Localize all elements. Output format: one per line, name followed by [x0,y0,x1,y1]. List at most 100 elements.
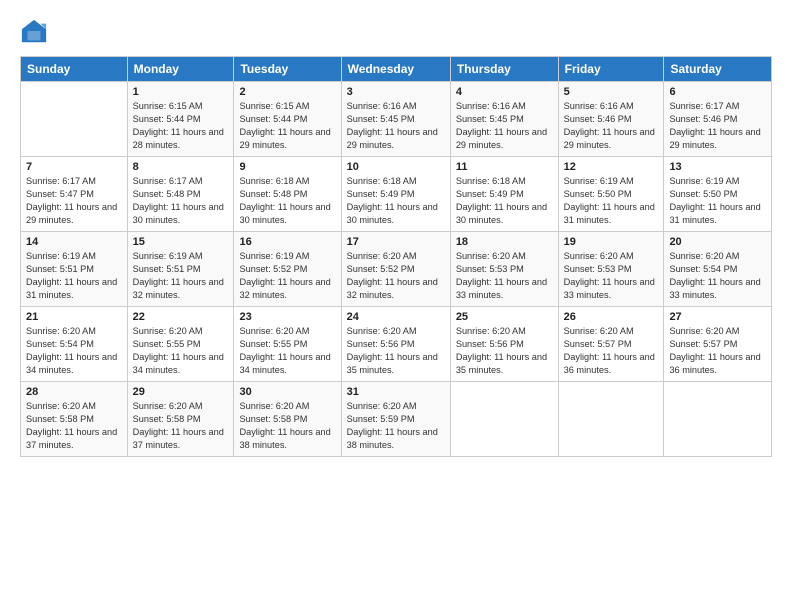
day-number: 8 [133,161,229,173]
col-header-saturday: Saturday [664,57,772,82]
day-cell: 5 Sunrise: 6:16 AMSunset: 5:46 PMDaylight… [558,82,664,157]
day-number: 14 [26,236,122,248]
day-cell: 22Sunrise: 6:20 AMSunset: 5:55 PMDayligh… [127,307,234,382]
day-info: Sunrise: 6:20 AMSunset: 5:56 PMDaylight:… [456,325,553,377]
day-number: 31 [347,386,445,398]
day-info: Sunrise: 6:20 AMSunset: 5:58 PMDaylight:… [26,400,122,452]
day-number: 24 [347,311,445,323]
day-cell: 4Sunrise: 6:16 AMSunset: 5:45 PMDaylight… [450,82,558,157]
day-number: 21 [26,311,122,323]
day-number: 17 [347,236,445,248]
day-info: Sunrise: 6:19 AMSunset: 5:51 PMDaylight:… [26,250,122,302]
day-number: 4 [456,86,553,98]
day-number: 3 [347,86,445,98]
day-cell: 8 Sunrise: 6:17 AMSunset: 5:48 PMDaylight… [127,157,234,232]
day-number: 23 [239,311,335,323]
day-cell: 23 Sunrise: 6:20 AMSunset: 5:55 PMDayligh… [234,307,341,382]
day-info: Sunrise: 6:16 AMSunset: 5:46 PMDaylight:… [564,100,659,152]
col-header-friday: Friday [558,57,664,82]
day-info: Sunrise: 6:17 AMSunset: 5:48 PMDaylight:… [133,175,229,227]
day-info: Sunrise: 6:20 AMSunset: 5:52 PMDaylight:… [347,250,445,302]
day-cell [558,382,664,457]
col-header-tuesday: Tuesday [234,57,341,82]
day-cell: 13Sunrise: 6:19 AMSunset: 5:50 PMDayligh… [664,157,772,232]
day-cell: 21 Sunrise: 6:20 AMSunset: 5:54 PMDayligh… [21,307,128,382]
day-cell: 2 Sunrise: 6:15 AMSunset: 5:44 PMDaylight… [234,82,341,157]
day-cell: 16Sunrise: 6:19 AMSunset: 5:52 PMDayligh… [234,232,341,307]
day-cell: 19 Sunrise: 6:20 AMSunset: 5:53 PMDayligh… [558,232,664,307]
day-info: Sunrise: 6:20 AMSunset: 5:54 PMDaylight:… [669,250,766,302]
day-cell: 18 Sunrise: 6:20 AMSunset: 5:53 PMDayligh… [450,232,558,307]
day-number: 12 [564,161,659,173]
day-number: 20 [669,236,766,248]
day-number: 2 [239,86,335,98]
day-number: 18 [456,236,553,248]
day-cell: 20 Sunrise: 6:20 AMSunset: 5:54 PMDayligh… [664,232,772,307]
day-number: 10 [347,161,445,173]
day-cell [21,82,128,157]
day-info: Sunrise: 6:20 AMSunset: 5:57 PMDaylight:… [669,325,766,377]
day-number: 29 [133,386,229,398]
day-info: Sunrise: 6:20 AMSunset: 5:59 PMDaylight:… [347,400,445,452]
calendar-table: SundayMondayTuesdayWednesdayThursdayFrid… [20,56,772,457]
day-cell: 25 Sunrise: 6:20 AMSunset: 5:56 PMDayligh… [450,307,558,382]
logo-icon [20,18,48,46]
day-number: 1 [133,86,229,98]
week-row-2: 7 Sunrise: 6:17 AMSunset: 5:47 PMDaylight… [21,157,772,232]
day-number: 5 [564,86,659,98]
day-number: 15 [133,236,229,248]
day-number: 7 [26,161,122,173]
day-number: 26 [564,311,659,323]
day-cell: 10 Sunrise: 6:18 AMSunset: 5:49 PMDayligh… [341,157,450,232]
day-number: 19 [564,236,659,248]
day-info: Sunrise: 6:20 AMSunset: 5:54 PMDaylight:… [26,325,122,377]
day-cell: 14 Sunrise: 6:19 AMSunset: 5:51 PMDayligh… [21,232,128,307]
day-cell: 31 Sunrise: 6:20 AMSunset: 5:59 PMDayligh… [341,382,450,457]
day-info: Sunrise: 6:20 AMSunset: 5:55 PMDaylight:… [239,325,335,377]
day-cell [450,382,558,457]
day-info: Sunrise: 6:18 AMSunset: 5:49 PMDaylight:… [347,175,445,227]
day-cell: 28 Sunrise: 6:20 AMSunset: 5:58 PMDayligh… [21,382,128,457]
day-info: Sunrise: 6:20 AMSunset: 5:57 PMDaylight:… [564,325,659,377]
day-cell: 17 Sunrise: 6:20 AMSunset: 5:52 PMDayligh… [341,232,450,307]
col-header-thursday: Thursday [450,57,558,82]
day-info: Sunrise: 6:20 AMSunset: 5:58 PMDaylight:… [239,400,335,452]
logo [20,18,52,46]
col-header-monday: Monday [127,57,234,82]
day-info: Sunrise: 6:20 AMSunset: 5:53 PMDaylight:… [564,250,659,302]
day-info: Sunrise: 6:16 AMSunset: 5:45 PMDaylight:… [347,100,445,152]
day-info: Sunrise: 6:17 AMSunset: 5:47 PMDaylight:… [26,175,122,227]
day-cell [664,382,772,457]
day-cell: 12Sunrise: 6:19 AMSunset: 5:50 PMDayligh… [558,157,664,232]
day-info: Sunrise: 6:19 AMSunset: 5:51 PMDaylight:… [133,250,229,302]
day-cell: 26 Sunrise: 6:20 AMSunset: 5:57 PMDayligh… [558,307,664,382]
day-number: 9 [239,161,335,173]
day-number: 6 [669,86,766,98]
day-cell: 24 Sunrise: 6:20 AMSunset: 5:56 PMDayligh… [341,307,450,382]
day-info: Sunrise: 6:18 AMSunset: 5:48 PMDaylight:… [239,175,335,227]
day-cell: 29Sunrise: 6:20 AMSunset: 5:58 PMDayligh… [127,382,234,457]
day-number: 28 [26,386,122,398]
day-cell: 11 Sunrise: 6:18 AMSunset: 5:49 PMDayligh… [450,157,558,232]
day-cell: 15 Sunrise: 6:19 AMSunset: 5:51 PMDayligh… [127,232,234,307]
week-row-3: 14 Sunrise: 6:19 AMSunset: 5:51 PMDayligh… [21,232,772,307]
page: SundayMondayTuesdayWednesdayThursdayFrid… [0,0,792,612]
week-row-5: 28 Sunrise: 6:20 AMSunset: 5:58 PMDayligh… [21,382,772,457]
day-info: Sunrise: 6:20 AMSunset: 5:56 PMDaylight:… [347,325,445,377]
day-number: 22 [133,311,229,323]
header [20,18,772,46]
day-cell: 9 Sunrise: 6:18 AMSunset: 5:48 PMDaylight… [234,157,341,232]
day-info: Sunrise: 6:18 AMSunset: 5:49 PMDaylight:… [456,175,553,227]
day-info: Sunrise: 6:19 AMSunset: 5:52 PMDaylight:… [239,250,335,302]
week-row-4: 21 Sunrise: 6:20 AMSunset: 5:54 PMDayligh… [21,307,772,382]
day-cell: 3 Sunrise: 6:16 AMSunset: 5:45 PMDaylight… [341,82,450,157]
day-number: 11 [456,161,553,173]
day-cell: 6Sunrise: 6:17 AMSunset: 5:46 PMDaylight… [664,82,772,157]
day-info: Sunrise: 6:15 AMSunset: 5:44 PMDaylight:… [239,100,335,152]
day-cell: 1 Sunrise: 6:15 AMSunset: 5:44 PMDaylight… [127,82,234,157]
day-info: Sunrise: 6:19 AMSunset: 5:50 PMDaylight:… [669,175,766,227]
day-cell: 27Sunrise: 6:20 AMSunset: 5:57 PMDayligh… [664,307,772,382]
day-info: Sunrise: 6:20 AMSunset: 5:53 PMDaylight:… [456,250,553,302]
day-info: Sunrise: 6:15 AMSunset: 5:44 PMDaylight:… [133,100,229,152]
day-number: 25 [456,311,553,323]
